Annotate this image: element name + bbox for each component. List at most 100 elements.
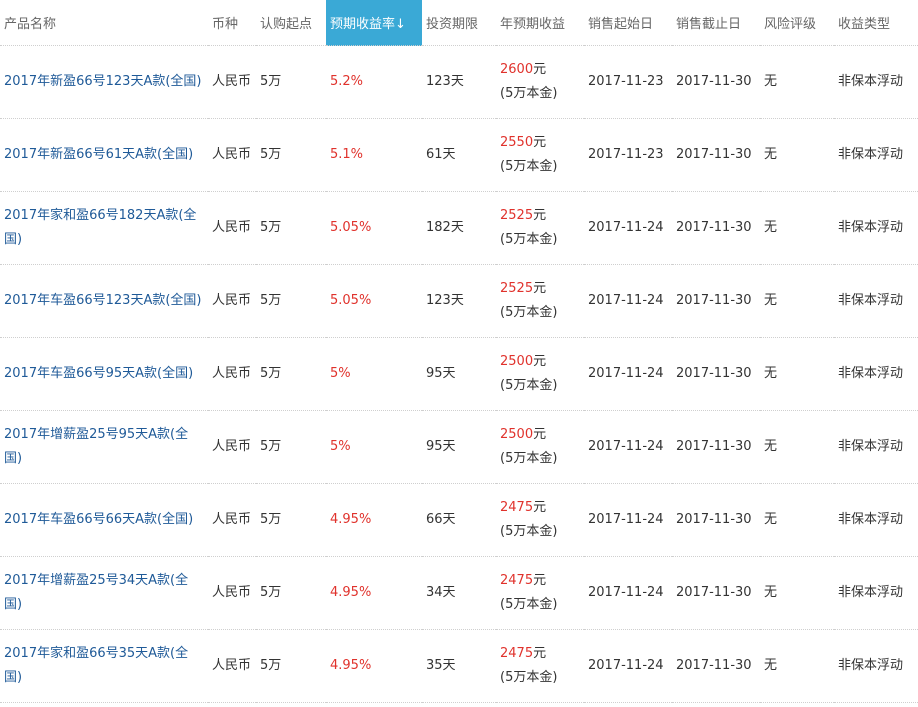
- product-name-cell: 2017年增薪盈25号95天A款(全国): [0, 410, 208, 484]
- header-term[interactable]: 投资期限: [422, 0, 496, 46]
- sale-start-cell: 2017-11-24: [584, 410, 672, 484]
- annual-earnings-cell: 2550元 (5万本金): [496, 118, 584, 192]
- product-name-cell: 2017年家和盈66号35天A款(全国): [0, 629, 208, 703]
- risk-level-cell: 无: [760, 337, 834, 411]
- header-return-type[interactable]: 收益类型: [834, 0, 918, 46]
- earnings-amount: 2600: [500, 62, 534, 77]
- earnings-unit: 元: [533, 62, 547, 77]
- table-row: 2017年增薪盈25号34天A款(全国) 人民币 5万 4.95% 34天 2475元 (5…: [0, 556, 918, 630]
- product-name-cell: 2017年新盈66号61天A款(全国): [0, 118, 208, 192]
- currency-cell: 人民币: [208, 337, 256, 411]
- table-row: 2017年车盈66号66天A款(全国) 人民币 5万 4.95% 66天 2475元 (5万…: [0, 483, 918, 557]
- header-min-purchase[interactable]: 认购起点: [256, 0, 326, 46]
- expected-yield-cell: 5.1%: [326, 118, 422, 192]
- sale-end-cell: 2017-11-30: [672, 118, 760, 192]
- table-header-row: 产品名称 币种 认购起点 预期收益率↓ 投资期限 年预期收益 销售起始日 销售截…: [0, 0, 918, 46]
- product-name-link[interactable]: 2017年家和盈66号35天A款(全国): [4, 646, 188, 685]
- risk-level-cell: 无: [760, 556, 834, 630]
- min-purchase-cell: 5万: [256, 45, 326, 119]
- sale-end-cell: 2017-11-30: [672, 483, 760, 557]
- sale-end-cell: 2017-11-30: [672, 410, 760, 484]
- earnings-principal-note: (5万本金): [500, 524, 558, 539]
- annual-earnings-cell: 2500元 (5万本金): [496, 337, 584, 411]
- term-cell: 95天: [422, 410, 496, 484]
- earnings-amount: 2550: [500, 135, 534, 150]
- return-type-cell: 非保本浮动: [834, 45, 918, 119]
- min-purchase-cell: 5万: [256, 191, 326, 265]
- header-currency[interactable]: 币种: [208, 0, 256, 46]
- product-name-cell: 2017年新盈66号123天A款(全国): [0, 45, 208, 119]
- earnings-amount: 2475: [500, 646, 534, 661]
- currency-cell: 人民币: [208, 264, 256, 338]
- table-row: 2017年新盈66号123天A款(全国) 人民币 5万 5.2% 123天 2600元 (5…: [0, 45, 918, 119]
- earnings-principal-note: (5万本金): [500, 305, 558, 320]
- product-name-link[interactable]: 2017年新盈66号123天A款(全国): [4, 74, 201, 89]
- annual-earnings-cell: 2600元 (5万本金): [496, 45, 584, 119]
- product-name-link[interactable]: 2017年新盈66号61天A款(全国): [4, 147, 193, 162]
- sale-end-cell: 2017-11-30: [672, 629, 760, 703]
- expected-yield-cell: 5%: [326, 337, 422, 411]
- earnings-amount: 2500: [500, 354, 534, 369]
- header-sale-end[interactable]: 销售截止日: [672, 0, 760, 46]
- earnings-principal-note: (5万本金): [500, 670, 558, 685]
- risk-level-cell: 无: [760, 264, 834, 338]
- expected-yield-cell: 5.2%: [326, 45, 422, 119]
- earnings-unit: 元: [533, 427, 547, 442]
- product-name-cell: 2017年车盈66号95天A款(全国): [0, 337, 208, 411]
- sale-start-cell: 2017-11-24: [584, 337, 672, 411]
- return-type-cell: 非保本浮动: [834, 410, 918, 484]
- return-type-cell: 非保本浮动: [834, 483, 918, 557]
- min-purchase-cell: 5万: [256, 556, 326, 630]
- table-row: 2017年新盈66号61天A款(全国) 人民币 5万 5.1% 61天 2550元 (5万本…: [0, 118, 918, 192]
- product-name-cell: 2017年家和盈66号182天A款(全国): [0, 191, 208, 265]
- header-sale-start[interactable]: 销售起始日: [584, 0, 672, 46]
- earnings-unit: 元: [533, 500, 547, 515]
- product-table: 产品名称 币种 认购起点 预期收益率↓ 投资期限 年预期收益 销售起始日 销售截…: [0, 0, 918, 703]
- earnings-principal-note: (5万本金): [500, 451, 558, 466]
- annual-earnings-cell: 2500元 (5万本金): [496, 410, 584, 484]
- return-type-cell: 非保本浮动: [834, 264, 918, 338]
- risk-level-cell: 无: [760, 191, 834, 265]
- header-risk-level[interactable]: 风险评级: [760, 0, 834, 46]
- earnings-unit: 元: [533, 281, 547, 296]
- sale-start-cell: 2017-11-24: [584, 556, 672, 630]
- min-purchase-cell: 5万: [256, 410, 326, 484]
- product-name-link[interactable]: 2017年增薪盈25号95天A款(全国): [4, 427, 188, 466]
- currency-cell: 人民币: [208, 483, 256, 557]
- product-name-link[interactable]: 2017年增薪盈25号34天A款(全国): [4, 573, 188, 612]
- min-purchase-cell: 5万: [256, 629, 326, 703]
- header-annual-earnings[interactable]: 年预期收益: [496, 0, 584, 46]
- sale-end-cell: 2017-11-30: [672, 191, 760, 265]
- header-product-name[interactable]: 产品名称: [0, 0, 208, 46]
- product-name-cell: 2017年增薪盈25号34天A款(全国): [0, 556, 208, 630]
- product-name-link[interactable]: 2017年车盈66号123天A款(全国): [4, 293, 201, 308]
- term-cell: 182天: [422, 191, 496, 265]
- currency-cell: 人民币: [208, 556, 256, 630]
- expected-yield-cell: 5.05%: [326, 191, 422, 265]
- term-cell: 123天: [422, 264, 496, 338]
- earnings-principal-note: (5万本金): [500, 597, 558, 612]
- currency-cell: 人民币: [208, 45, 256, 119]
- sale-start-cell: 2017-11-24: [584, 264, 672, 338]
- sale-end-cell: 2017-11-30: [672, 337, 760, 411]
- sale-start-cell: 2017-11-23: [584, 118, 672, 192]
- earnings-principal-note: (5万本金): [500, 378, 558, 393]
- sale-start-cell: 2017-11-23: [584, 45, 672, 119]
- expected-yield-cell: 5.05%: [326, 264, 422, 338]
- annual-earnings-cell: 2475元 (5万本金): [496, 483, 584, 557]
- product-name-cell: 2017年车盈66号123天A款(全国): [0, 264, 208, 338]
- risk-level-cell: 无: [760, 118, 834, 192]
- product-name-link[interactable]: 2017年家和盈66号182天A款(全国): [4, 208, 196, 247]
- table-row: 2017年车盈66号123天A款(全国) 人民币 5万 5.05% 123天 2525元 (…: [0, 264, 918, 338]
- product-name-link[interactable]: 2017年车盈66号95天A款(全国): [4, 366, 193, 381]
- min-purchase-cell: 5万: [256, 118, 326, 192]
- product-name-link[interactable]: 2017年车盈66号66天A款(全国): [4, 512, 193, 527]
- header-expected-yield-sorted[interactable]: 预期收益率↓: [326, 0, 422, 46]
- currency-cell: 人民币: [208, 410, 256, 484]
- term-cell: 35天: [422, 629, 496, 703]
- return-type-cell: 非保本浮动: [834, 337, 918, 411]
- earnings-unit: 元: [533, 354, 547, 369]
- risk-level-cell: 无: [760, 45, 834, 119]
- earnings-principal-note: (5万本金): [500, 159, 558, 174]
- term-cell: 95天: [422, 337, 496, 411]
